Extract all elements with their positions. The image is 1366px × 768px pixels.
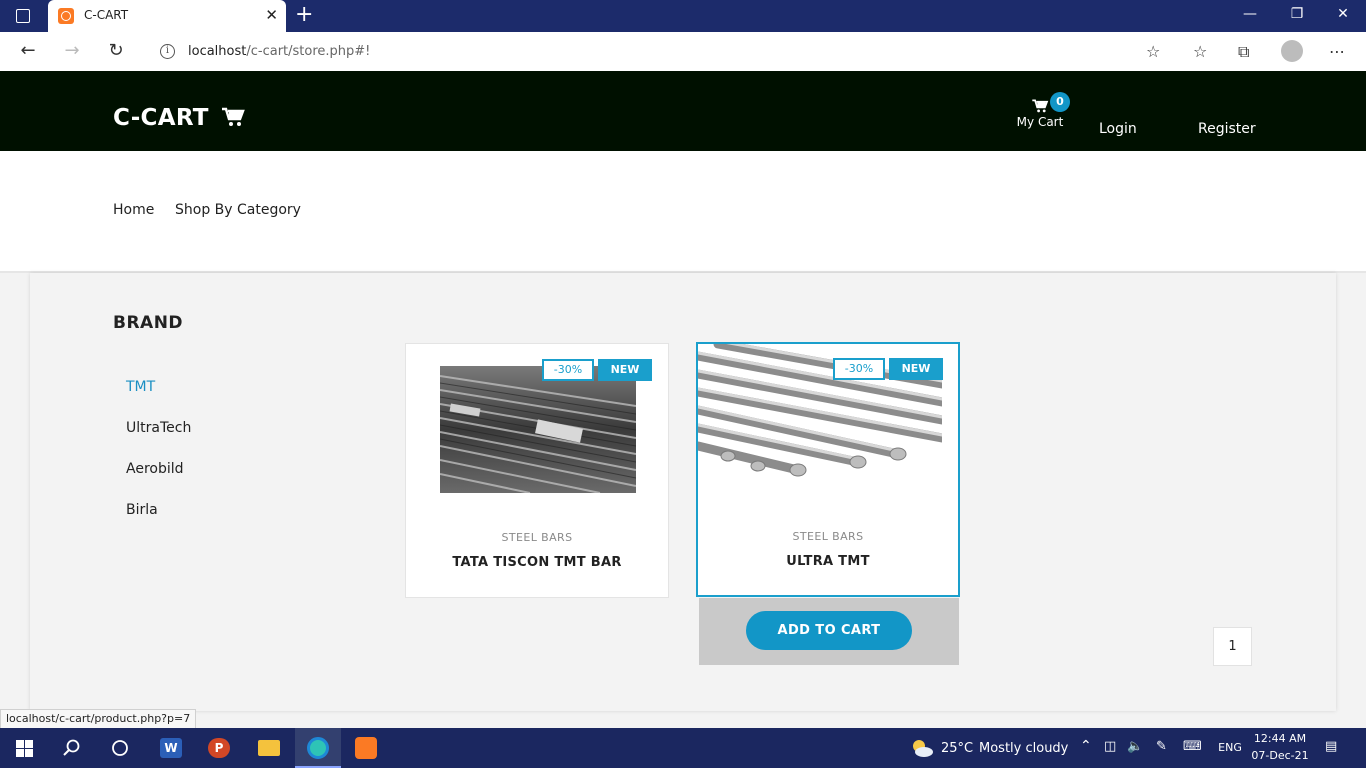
favorites-icon[interactable]: ☆ [1193,42,1207,61]
pagination-page-1[interactable]: 1 [1213,627,1252,666]
chevron-up-icon[interactable]: ⌃ [1080,738,1092,754]
volume-icon[interactable]: 🔈 [1127,739,1143,754]
info-icon[interactable]: i [160,44,175,59]
task-view-icon[interactable] [111,739,129,757]
back-icon[interactable]: ← [16,40,40,61]
more-icon[interactable]: ⋯ [1329,42,1345,61]
word-app-icon[interactable]: W [148,728,194,768]
site-logo[interactable]: C-CART [113,105,245,131]
product-card[interactable]: -30% NEW STEEL BARS TATA TISCON TMT BAR [405,343,669,598]
nav-home[interactable]: Home [113,202,154,218]
cart-icon [222,107,245,126]
my-cart-label: My Cart [1016,115,1064,129]
browser-tab[interactable]: C-CART ✕ [48,0,286,32]
meet-now-icon[interactable]: ◫ [1104,739,1116,754]
xampp-app-icon[interactable] [343,728,389,768]
weather-cloudy-icon[interactable] [910,738,934,758]
add-to-cart-button[interactable]: ADD TO CART [746,611,912,650]
windows-taskbar: W P 25°C Mostly cloudy ⌃ ◫ 🔈 ✎ ⌨ ENG 12:… [0,728,1366,768]
clock-date[interactable]: 07-Dec-21 [1248,749,1312,762]
url-text[interactable]: localhost/c-cart/store.php#! [188,44,370,59]
collections-icon[interactable]: ⧉ [1238,42,1249,62]
product-image[interactable] [440,366,636,493]
cart-icon [1032,99,1049,113]
product-category: STEEL BARS [792,530,864,543]
forward-icon: → [64,40,80,61]
tab-close-icon[interactable]: ✕ [265,6,278,24]
language-indicator[interactable]: ENG [1216,741,1244,754]
product-category: STEEL BARS [501,531,573,544]
cart-count-badge: 0 [1050,92,1070,112]
new-tag: NEW [889,358,943,380]
weather-text[interactable]: Mostly cloudy [979,741,1068,756]
brand-item-tmt[interactable]: TMT [126,379,155,395]
edge-app-icon[interactable] [295,728,341,768]
address-toolbar: ← → ↻ i localhost/c-cart/store.php#! ☆ ☆… [0,32,1366,71]
browser-titlebar: C-CART ✕ + — ❐ ✕ [0,0,1366,32]
minimize-icon[interactable]: — [1227,6,1273,22]
keyboard-icon[interactable]: ⌨ [1183,739,1202,754]
refresh-icon[interactable]: ↻ [104,40,128,61]
login-link[interactable]: Login [1099,121,1137,137]
store-content: BRAND TMT UltraTech Aerobild Birla -30% … [30,273,1336,711]
new-tab-icon[interactable]: + [295,3,313,27]
product-name[interactable]: TATA TISCON TMT BAR [406,555,668,570]
product-card[interactable]: -30% NEW STEEL BARS ULTRA TMT [696,342,960,597]
nav-shop-by-category[interactable]: Shop By Category [175,202,301,218]
clock-time[interactable]: 12:44 AM [1248,732,1312,745]
close-window-icon[interactable]: ✕ [1320,6,1366,22]
discount-tag: -30% [833,358,885,380]
discount-tag: -30% [542,359,594,381]
pen-icon[interactable]: ✎ [1156,739,1167,754]
register-link[interactable]: Register [1198,121,1256,137]
brand-item-aerobild[interactable]: Aerobild [126,461,184,477]
profile-icon[interactable] [1281,40,1303,62]
new-tag: NEW [598,359,652,381]
windows-start-icon[interactable] [16,740,33,757]
file-explorer-icon[interactable] [246,728,292,768]
xampp-favicon-icon [58,8,74,24]
product-name[interactable]: ULTRA TMT [698,554,958,569]
status-bar-url: localhost/c-cart/product.php?p=7 [0,709,197,729]
main-nav: Home Shop By Category [0,151,1366,273]
powerpoint-app-icon[interactable]: P [196,728,242,768]
notifications-icon[interactable]: ▤ [1325,739,1337,754]
site-header: C-CART My Cart Login Register [0,71,1366,151]
tab-title: C-CART [84,8,129,22]
address-bar[interactable]: i localhost/c-cart/store.php#! [144,36,1174,67]
tab-actions-icon[interactable] [16,9,30,23]
brand-item-ultratech[interactable]: UltraTech [126,420,191,436]
brand-heading: BRAND [113,313,184,333]
favorite-add-icon[interactable]: ☆ [1146,42,1160,61]
search-icon[interactable] [63,739,81,757]
restore-icon[interactable]: ❐ [1274,6,1320,22]
add-to-cart-panel: ADD TO CART [699,598,959,665]
weather-temp[interactable]: 25°C [941,741,973,756]
brand-item-birla[interactable]: Birla [126,502,158,518]
